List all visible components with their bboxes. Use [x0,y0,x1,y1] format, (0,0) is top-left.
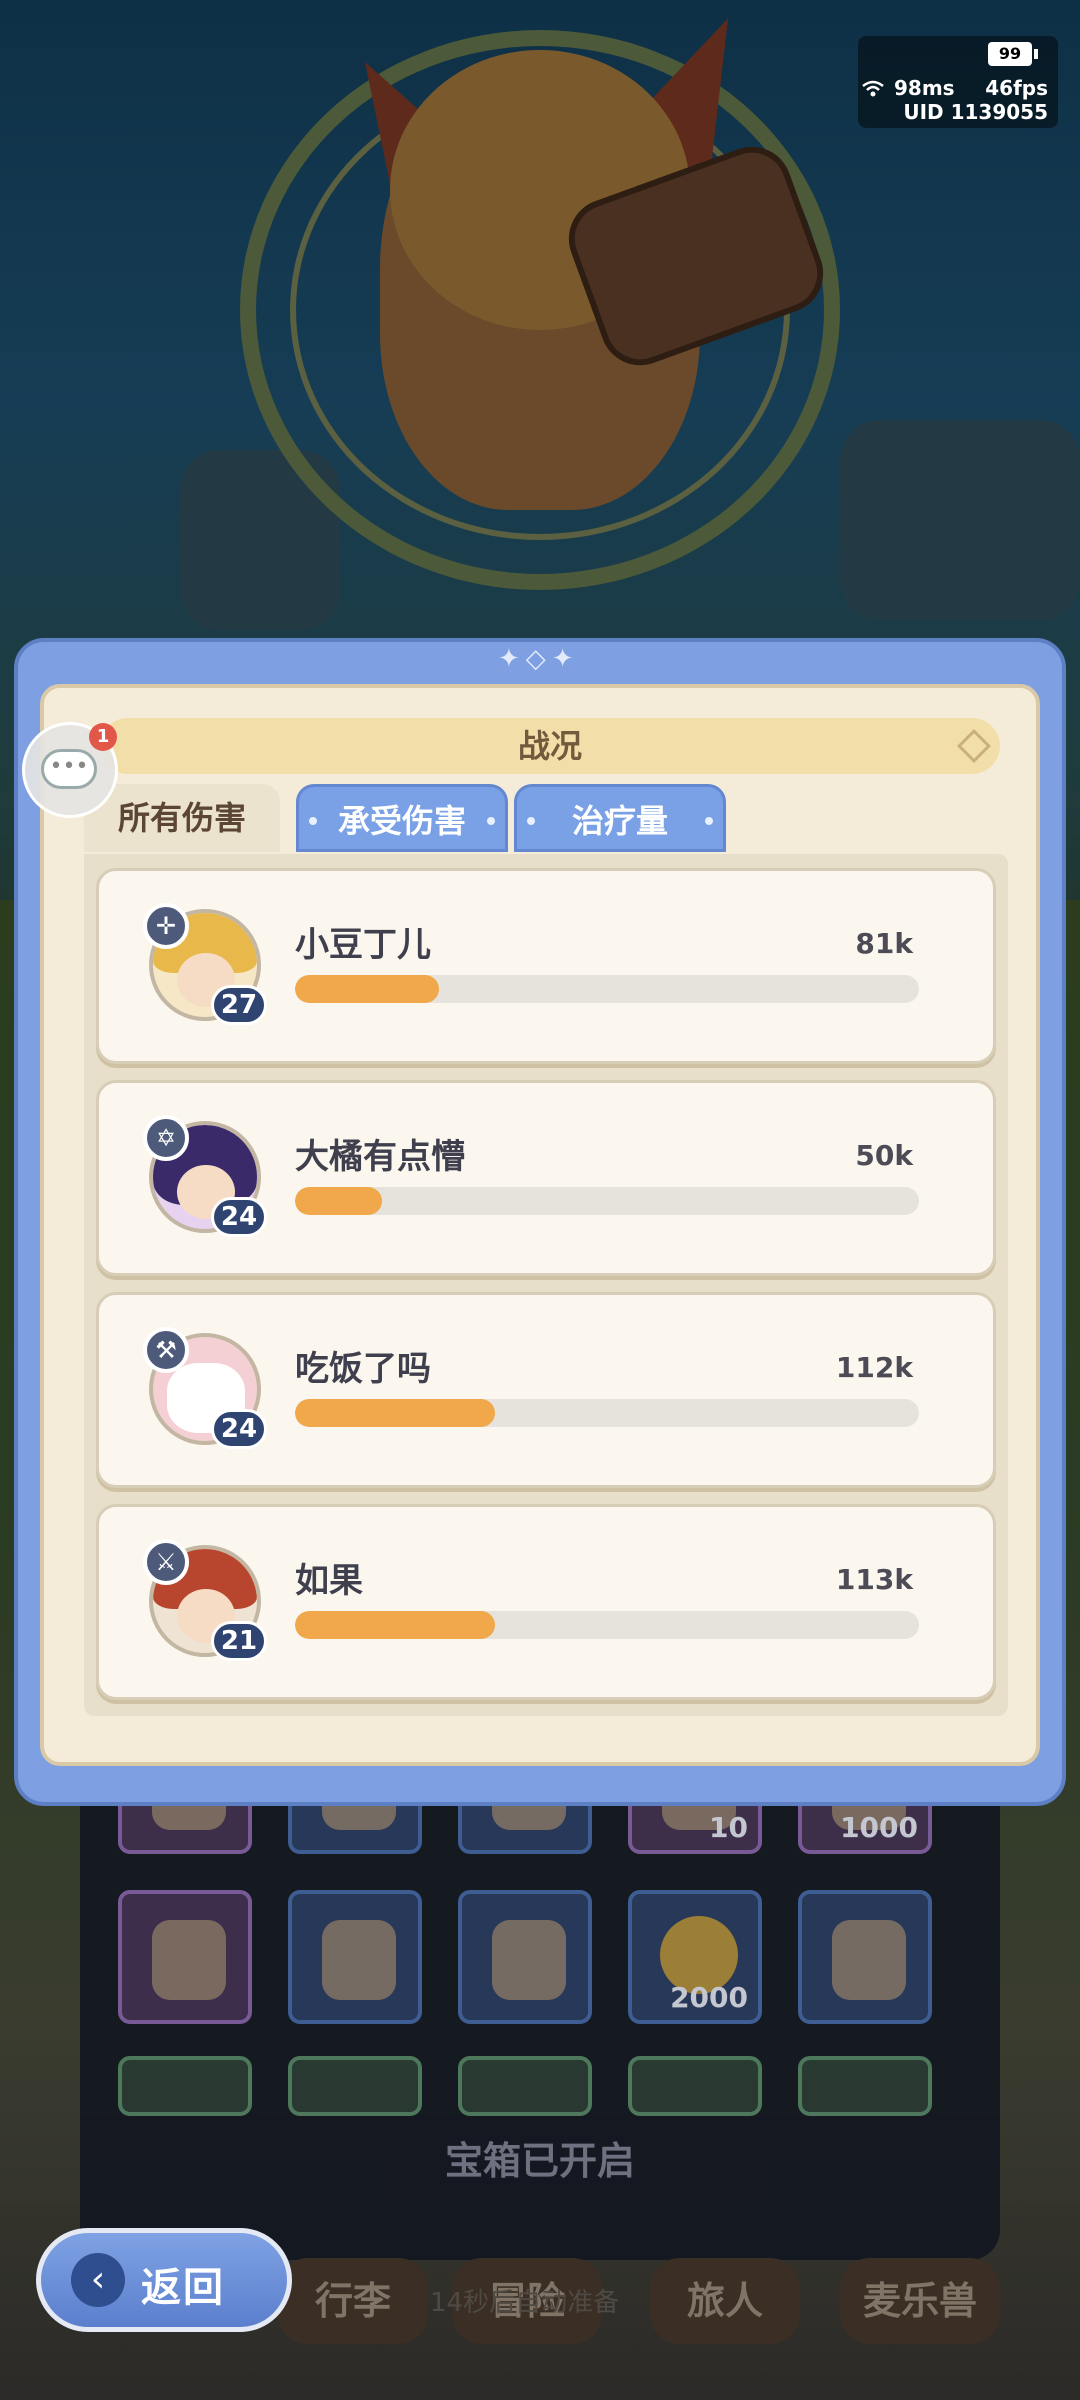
damage-bar [295,975,919,1003]
chest-opened-label: 宝箱已开启 [444,2139,635,2183]
chat-unread-badge: 1 [89,723,117,751]
back-arrow-icon: ‹ [71,2253,125,2307]
tab-label: 所有伤害 [117,799,246,837]
player-level-badge: 21 [211,1621,267,1661]
player-level-badge: 24 [211,1197,267,1237]
chat-bubble-icon: ••• [41,749,97,789]
player-stat-card[interactable]: ⚒ 24 吃饭了吗 112k [96,1292,996,1488]
player-stat-card[interactable]: ✛ 27 小豆丁儿 81k [96,868,996,1064]
panel-ornament: ✦◇✦ [498,644,580,674]
player-level-badge: 27 [211,985,267,1025]
player-stats-list: ✛ 27 小豆丁儿 81k ✡ 24 大橘有点懵 50k ⚒ 24 吃饭了吗 1… [84,854,1008,1716]
player-name: 大橘有点懵 [295,1137,465,1177]
inventory-slot-gloves[interactable] [288,1890,422,2024]
crosshair-icon: ✛ [143,903,189,949]
damage-bar-fill [295,1399,495,1427]
inventory-slot[interactable] [798,2056,932,2116]
damage-bar-fill [295,975,439,1003]
nav-tab-luggage[interactable]: 行李 [278,2258,428,2344]
inventory-slot-bow[interactable] [798,1890,932,2024]
tab-all-damage[interactable]: 所有伤害 [84,784,280,852]
wrench-icon: ⚒ [143,1327,189,1373]
debug-status-overlay: 99 98ms 46fps UID 1139055 [858,36,1058,128]
panel-title: 战况 [100,718,1000,774]
panel-body: 战况 所有伤害 承受伤害 治疗量 ✛ 27 小豆丁儿 81k ✡ 24 大橘有点… [40,684,1040,1766]
damage-value: 81k [855,927,913,960]
inventory-slot-gold[interactable]: 2000 [628,1890,762,2024]
damage-bar-fill [295,1187,383,1215]
panel-title-text: 战况 [517,727,582,765]
item-count: 10 [709,1811,748,1844]
inventory-slot-gloves[interactable] [118,1890,252,2024]
wifi-icon [862,80,884,103]
tab-label: 承受伤害 [337,802,466,840]
player-name: 吃饭了吗 [295,1349,431,1389]
inventory-slot-boots[interactable] [458,1890,592,2024]
ping-readout: 98ms [894,76,955,100]
item-count: 1000 [840,1811,918,1844]
battery-indicator: 99 [988,42,1038,66]
player-name: 小豆丁儿 [295,925,431,965]
item-count: 2000 [670,1981,748,2014]
hexagram-icon: ✡ [143,1115,189,1161]
inventory-slot[interactable] [288,2056,422,2116]
gem-ornament-icon [957,729,991,763]
damage-value: 112k [835,1351,913,1384]
stats-tabs: 所有伤害 承受伤害 治疗量 [84,784,1024,854]
inventory-slot[interactable] [118,2056,252,2116]
player-name: 如果 [295,1561,363,1601]
loot-inventory: 10 1000 2000 宝箱已开启 [80,1720,1000,2260]
auto-ready-countdown: 14秒后自动准备 [430,2288,620,2318]
crossed-swords-icon: ⚔ [143,1539,189,1585]
damage-value: 113k [835,1563,913,1596]
tab-healing[interactable]: 治疗量 [514,784,726,852]
nav-tab-mascot[interactable]: 麦乐兽 [840,2258,1000,2344]
tab-damage-taken[interactable]: 承受伤害 [296,784,508,852]
player-level-badge: 24 [211,1409,267,1449]
damage-value: 50k [855,1139,913,1172]
damage-bar [295,1399,919,1427]
damage-bar-fill [295,1611,495,1639]
boss-emblem [160,0,920,610]
inventory-slot[interactable] [458,2056,592,2116]
tab-label: 治疗量 [571,802,668,840]
nav-tab-travelers[interactable]: 旅人 [650,2258,800,2344]
fps-readout: 46fps [985,76,1048,100]
chat-button[interactable]: ••• 1 [22,722,118,818]
battle-stats-panel: ✦◇✦ 战况 所有伤害 承受伤害 治疗量 ✛ 27 小豆丁儿 81k ✡ 24 … [14,638,1066,1806]
uid-readout: UID 1139055 [903,100,1048,124]
back-button-label: 返回 [141,2265,225,2311]
damage-bar [295,1611,919,1639]
player-stat-card[interactable]: ⚔ 21 如果 113k [96,1504,996,1700]
player-stat-card[interactable]: ✡ 24 大橘有点懵 50k [96,1080,996,1276]
damage-bar [295,1187,919,1215]
back-button[interactable]: ‹ 返回 [36,2228,292,2332]
inventory-slot[interactable] [628,2056,762,2116]
